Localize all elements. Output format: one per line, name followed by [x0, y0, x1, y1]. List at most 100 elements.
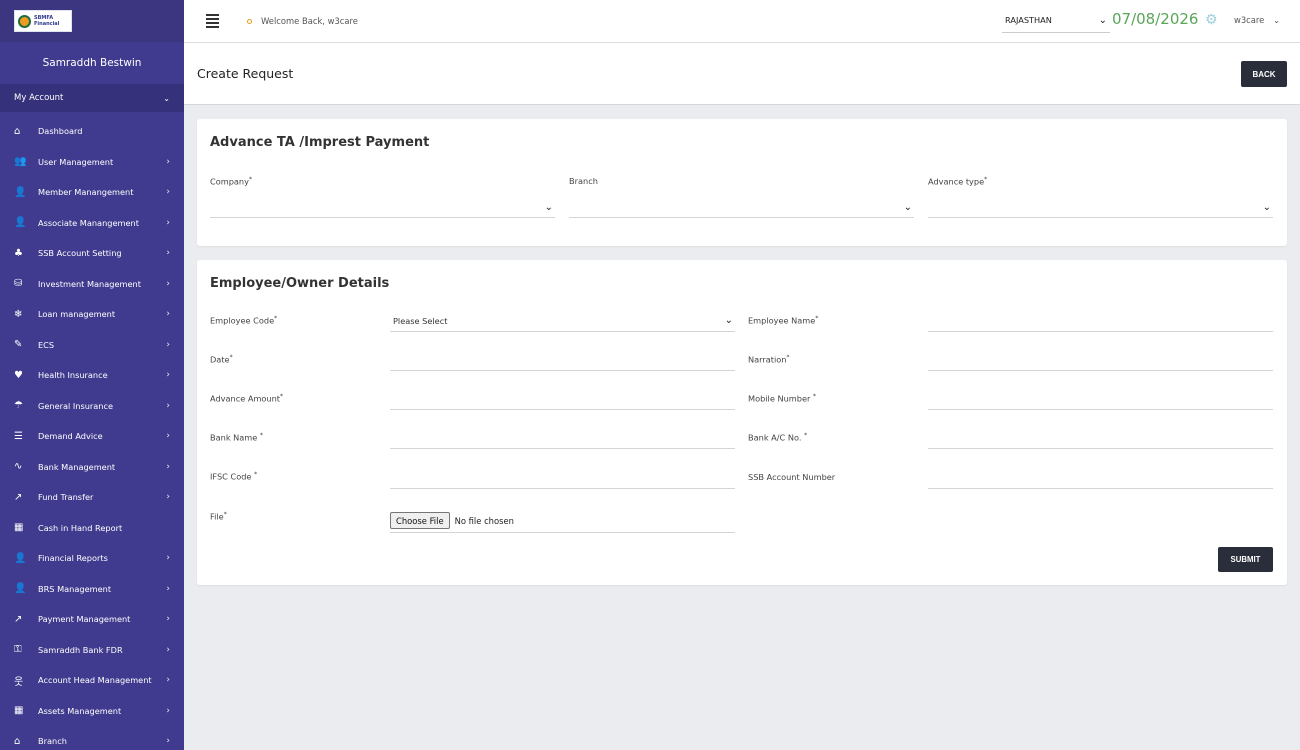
user-tie-icon: 👤: [14, 217, 27, 229]
chevron-down-icon: ⌄: [163, 93, 170, 103]
sidebar-item-loan-management[interactable]: ❄ Loan management ›: [0, 299, 184, 330]
sidebar-item-label: Bank Management: [38, 461, 116, 472]
ssb-account-input[interactable]: [928, 467, 1273, 489]
key-icon: ⚿: [14, 644, 22, 656]
sidebar-item-account-head-management[interactable]: 웃 Account Head Management ›: [0, 665, 184, 696]
sidebar-item-label: Financial Reports: [38, 553, 108, 564]
sidebar-item-label: Associate Manangement: [38, 217, 139, 228]
bank-account-input[interactable]: [928, 427, 1273, 449]
company-label: Company*: [210, 176, 252, 187]
mobile-number-input[interactable]: [928, 388, 1273, 410]
sidebar: SBMFA Financial Samraddh Bestwin My Acco…: [0, 0, 184, 750]
person-arms-icon: 웃: [14, 676, 24, 688]
chevron-right-icon: ›: [166, 583, 170, 594]
chevron-right-icon: ›: [166, 156, 170, 167]
advance-card-title: Advance TA /Imprest Payment: [210, 135, 430, 150]
sidebar-item-demand-advice[interactable]: ☰ Demand Advice ›: [0, 421, 184, 452]
sidebar-item-general-insurance[interactable]: ☂ General Insurance ›: [0, 391, 184, 422]
logo-text-secondary: Financial: [34, 21, 60, 27]
state-select[interactable]: RAJASTHAN ⌄: [1002, 8, 1110, 33]
share-icon: ↗: [14, 613, 23, 625]
user-name: w3care: [1234, 15, 1265, 25]
sidebar-item-ssb-account-setting[interactable]: ♣ SSB Account Setting ›: [0, 238, 184, 269]
chevron-right-icon: ›: [166, 187, 170, 198]
chevron-right-icon: ›: [166, 461, 170, 472]
employee-code-select[interactable]: Please Select ⌄: [390, 310, 735, 332]
my-account-toggle[interactable]: My Account ⌄: [0, 84, 184, 112]
chevron-down-icon: ⌄: [1262, 202, 1271, 213]
table-icon: ▦: [14, 705, 24, 717]
sidebar-item-label: Dashboard: [38, 126, 83, 137]
sidebar-item-label: Investment Management: [38, 278, 141, 289]
ifsc-code-input[interactable]: [390, 467, 735, 489]
company-logo[interactable]: SBMFA Financial: [14, 10, 72, 32]
sidebar-item-user-management[interactable]: 👥 User Management ›: [0, 147, 184, 178]
heart-icon: ♥: [14, 369, 23, 381]
advance-type-select[interactable]: ⌄: [928, 198, 1273, 218]
bank-name-label: Bank Name *: [210, 432, 263, 443]
home-icon: ⌂: [14, 735, 21, 747]
pulse-icon: ∿: [14, 461, 23, 473]
advance-amount-input[interactable]: [390, 388, 735, 410]
sidebar-item-investment-management[interactable]: ⛁ Investment Management ›: [0, 269, 184, 300]
narration-input[interactable]: [928, 349, 1273, 371]
user-icon: 👤: [14, 552, 27, 564]
sidebar-item-assets-management[interactable]: ▦ Assets Management ›: [0, 696, 184, 727]
sidebar-item-payment-management[interactable]: ↗ Payment Management ›: [0, 604, 184, 635]
sidebar-item-cash-in-hand-report[interactable]: ▦ Cash in Hand Report: [0, 513, 184, 544]
edit-icon: ✎: [14, 339, 23, 351]
sidebar-item-brs-management[interactable]: 👤 BRS Management ›: [0, 574, 184, 605]
chevron-right-icon: ›: [166, 278, 170, 289]
bank-name-input[interactable]: [390, 427, 735, 449]
hamburger-menu-icon[interactable]: [206, 14, 219, 28]
status-dot-icon: [247, 18, 252, 24]
settings-gear-icon[interactable]: ⚙: [1205, 12, 1218, 28]
coins-icon: ⛁: [14, 278, 23, 290]
current-date: 07/08/2026: [1112, 10, 1199, 28]
sidebar-item-label: Health Insurance: [38, 370, 108, 381]
sidebar-item-label: General Insurance: [38, 400, 114, 411]
sidebar-item-branch[interactable]: ⌂ Branch ›: [0, 726, 184, 750]
required-mark: *: [984, 176, 988, 183]
topbar: Welcome Back, w3care RAJASTHAN ⌄ 07/08/2…: [184, 0, 1300, 43]
back-button[interactable]: BACK: [1241, 61, 1287, 87]
sidebar-item-samraddh-bank-fdr[interactable]: ⚿ Samraddh Bank FDR ›: [0, 635, 184, 666]
page-title: Create Request: [197, 66, 294, 81]
file-status: No file chosen: [454, 515, 514, 526]
user-icon: 👤: [14, 583, 27, 595]
chevron-down-icon: ⌄: [903, 202, 912, 213]
sidebar-item-label: Branch: [38, 736, 67, 747]
date-label: Date*: [210, 354, 233, 365]
snowflake-icon: ❄: [14, 308, 23, 320]
chevron-right-icon: ›: [166, 248, 170, 259]
company-select[interactable]: ⌄: [210, 198, 555, 218]
sidebar-item-ecs[interactable]: ✎ ECS ›: [0, 330, 184, 361]
chevron-down-icon: ⌄: [724, 315, 733, 326]
date-input[interactable]: [390, 349, 735, 371]
employee-code-value: Please Select: [393, 315, 448, 326]
file-label: File*: [210, 511, 227, 522]
sidebar-item-financial-reports[interactable]: 👤 Financial Reports ›: [0, 543, 184, 574]
choose-file-button[interactable]: Choose File: [390, 512, 450, 529]
sidebar-menu: ⌂ Dashboard 👥 User Management › 👤 Member Manan…: [0, 112, 184, 750]
user-icon: 👤: [14, 186, 27, 198]
cash-register-icon: ▦: [14, 522, 24, 534]
chevron-down-icon: ⌄: [1098, 14, 1107, 26]
user-menu[interactable]: w3care ⌄: [1234, 15, 1280, 25]
chevron-right-icon: ›: [166, 492, 170, 503]
sidebar-item-bank-management[interactable]: ∿ Bank Management ›: [0, 452, 184, 483]
branch-select[interactable]: ⌄: [569, 198, 914, 218]
sidebar-item-label: Demand Advice: [38, 431, 103, 442]
submit-button[interactable]: SUBMIT: [1218, 547, 1273, 572]
sidebar-item-health-insurance[interactable]: ♥ Health Insurance ›: [0, 360, 184, 391]
sidebar-item-member-manangement[interactable]: 👤 Member Manangement ›: [0, 177, 184, 208]
users-icon: 👥: [14, 156, 27, 168]
sidebar-item-fund-transfer[interactable]: ↗ Fund Transfer ›: [0, 482, 184, 513]
share-icon: ↗: [14, 491, 23, 503]
sidebar-item-dashboard[interactable]: ⌂ Dashboard: [0, 116, 184, 147]
sidebar-item-label: Fund Transfer: [38, 492, 94, 503]
sidebar-item-associate-manangement[interactable]: 👤 Associate Manangement ›: [0, 208, 184, 239]
employee-name-input[interactable]: [928, 310, 1273, 332]
chevron-right-icon: ›: [166, 705, 170, 716]
advance-type-label: Advance type*: [928, 176, 988, 187]
